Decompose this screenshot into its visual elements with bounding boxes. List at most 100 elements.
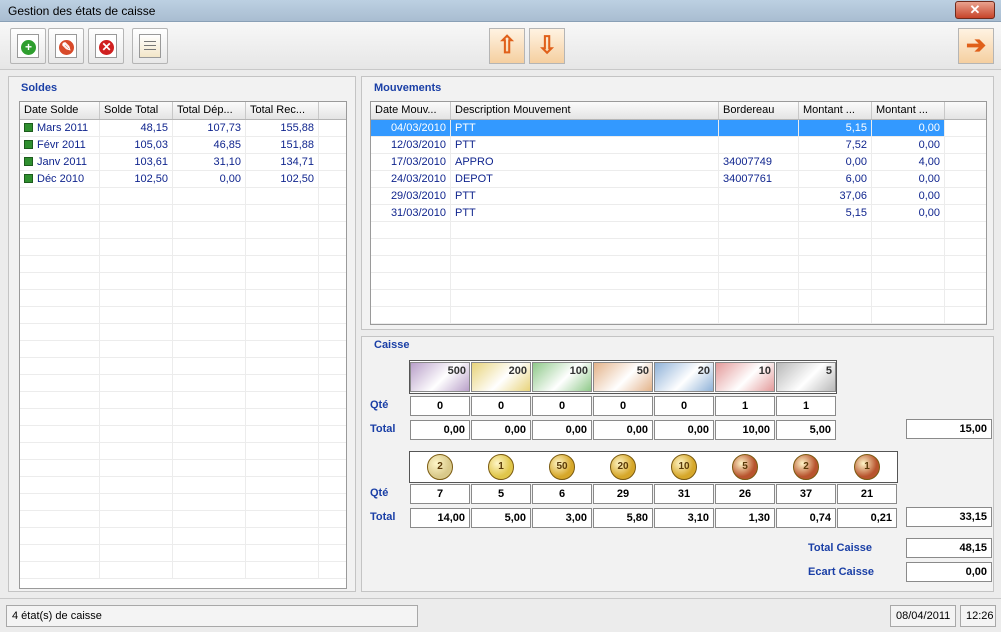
coins-strip — [409, 451, 898, 483]
mouvements-column-header[interactable]: Date Mouv... — [371, 102, 451, 119]
soldes-empty-cell — [100, 222, 173, 238]
mouvements-row[interactable]: 24/03/2010 DEPOT 34007761 6,00 0,00 — [371, 171, 986, 188]
note-qty-field[interactable]: 0 — [654, 396, 714, 416]
banknote-10-icon: 10 — [715, 362, 775, 392]
report-button[interactable] — [132, 28, 168, 64]
soldes-empty-cell — [100, 528, 173, 544]
import-button[interactable]: ⇧ — [489, 28, 525, 64]
mouvements-empty-cell — [799, 256, 872, 272]
coin-label: 1 — [864, 461, 870, 472]
soldes-grid[interactable]: Date Solde Solde Total Total Dép... Total R… — [19, 101, 347, 589]
coin-total-field: 1,30 — [715, 508, 775, 528]
soldes-row[interactable]: Janv 2011 103,61 31,10 134,71 — [20, 154, 346, 171]
soldes-row[interactable]: Févr 2011 105,03 46,85 151,88 — [20, 137, 346, 154]
mouvements-row[interactable]: 29/03/2010 PTT 37,06 0,00 — [371, 188, 986, 205]
mouvements-grid[interactable]: Date Mouv... Description Mouvement Bordere… — [370, 101, 987, 325]
export-button[interactable]: ⇩ — [529, 28, 565, 64]
coin-qty-field[interactable]: 6 — [532, 484, 592, 504]
note-total-field: 0,00 — [410, 420, 470, 440]
mouvements-empty-cell — [371, 222, 451, 238]
soldes-empty-row — [20, 562, 346, 579]
coin-qty-field[interactable]: 29 — [593, 484, 653, 504]
soldes-empty-cell — [246, 409, 319, 425]
mouvements-cell: 24/03/2010 — [371, 171, 451, 187]
add-button[interactable]: + — [10, 28, 46, 64]
soldes-empty-cell — [246, 443, 319, 459]
mouvements-empty-cell — [799, 290, 872, 306]
mouvements-row[interactable]: 31/03/2010 PTT 5,15 0,00 — [371, 205, 986, 222]
soldes-empty-cell — [20, 460, 100, 476]
mouvements-empty-row — [371, 222, 986, 239]
mouvements-column-header[interactable]: Montant ... — [872, 102, 945, 119]
arrow-up-icon: ⇧ — [496, 32, 518, 59]
soldes-empty-cell — [173, 562, 246, 578]
note-qty-field[interactable]: 0 — [593, 396, 653, 416]
coin-7-icon: 1 — [854, 454, 880, 480]
soldes-empty-row — [20, 494, 346, 511]
soldes-empty-cell — [173, 545, 246, 561]
close-button[interactable]: ✕ — [955, 1, 995, 19]
soldes-empty-cell — [20, 392, 100, 408]
note-total-field: 0,00 — [654, 420, 714, 440]
soldes-empty-cell — [20, 409, 100, 425]
soldes-empty-cell — [246, 562, 319, 578]
note-qty-field[interactable]: 0 — [410, 396, 470, 416]
soldes-empty-cell — [20, 324, 100, 340]
soldes-column-header[interactable]: Solde Total — [100, 102, 173, 119]
month-flag-icon — [24, 174, 33, 183]
note-qty-field[interactable]: 1 — [776, 396, 836, 416]
soldes-empty-cell — [173, 443, 246, 459]
arrow-down-icon: ⇩ — [536, 32, 558, 59]
soldes-empty-row — [20, 545, 346, 562]
soldes-column-header[interactable]: Total Dép... — [173, 102, 246, 119]
soldes-title: Soldes — [21, 82, 58, 94]
soldes-empty-cell — [173, 409, 246, 425]
coin-total-field: 3,10 — [654, 508, 714, 528]
exit-button[interactable]: ➔ — [958, 28, 994, 64]
note-qty-field[interactable]: 0 — [532, 396, 592, 416]
coin-qty-field[interactable]: 21 — [837, 484, 897, 504]
soldes-empty-cell — [100, 494, 173, 510]
mouvements-empty-cell — [719, 273, 799, 289]
coin-qty-field[interactable]: 37 — [776, 484, 836, 504]
mouvements-row[interactable]: 04/03/2010 PTT 5,15 0,00 — [371, 120, 986, 137]
mouvements-column-header[interactable]: Montant ... — [799, 102, 872, 119]
soldes-empty-cell — [20, 256, 100, 272]
mouvements-empty-cell — [719, 307, 799, 323]
mouvements-cell: 0,00 — [872, 120, 945, 136]
soldes-empty-cell — [246, 239, 319, 255]
soldes-column-header[interactable]: Total Rec... — [246, 102, 319, 119]
coin-qty-field[interactable]: 5 — [471, 484, 531, 504]
banknote-50-icon: 50 — [593, 362, 653, 392]
soldes-empty-cell — [100, 477, 173, 493]
soldes-empty-cell — [246, 188, 319, 204]
soldes-empty-cell — [246, 222, 319, 238]
note-qty-field[interactable]: 1 — [715, 396, 775, 416]
month-flag-icon — [24, 157, 33, 166]
coin-label: 1 — [498, 461, 504, 472]
mouvements-column-header[interactable]: Bordereau — [719, 102, 799, 119]
coin-total-field: 3,00 — [532, 508, 592, 528]
mouvements-row[interactable]: 12/03/2010 PTT 7,52 0,00 — [371, 137, 986, 154]
edit-button[interactable]: ✎ — [48, 28, 84, 64]
banknote-label: 10 — [758, 365, 771, 377]
soldes-row[interactable]: Déc 2010 102,50 0,00 102,50 — [20, 171, 346, 188]
mouvements-empty-cell — [799, 307, 872, 323]
soldes-row[interactable]: Mars 2011 48,15 107,73 155,88 — [20, 120, 346, 137]
mouvements-column-header[interactable]: Description Mouvement — [451, 102, 719, 119]
delete-button[interactable]: ✕ — [88, 28, 124, 64]
coin-qty-field[interactable]: 7 — [410, 484, 470, 504]
soldes-empty-row — [20, 290, 346, 307]
soldes-cell: Mars 2011 — [20, 120, 100, 136]
note-total-field: 0,00 — [593, 420, 653, 440]
soldes-empty-cell — [246, 324, 319, 340]
soldes-empty-row — [20, 409, 346, 426]
mouvements-row[interactable]: 17/03/2010 APPRO 34007749 0,00 4,00 — [371, 154, 986, 171]
soldes-cell: 48,15 — [100, 120, 173, 136]
coin-qty-field[interactable]: 26 — [715, 484, 775, 504]
mouvements-cell — [719, 188, 799, 204]
coin-qty-field[interactable]: 31 — [654, 484, 714, 504]
note-qty-field[interactable]: 0 — [471, 396, 531, 416]
mouvements-cell: 0,00 — [872, 188, 945, 204]
soldes-column-header[interactable]: Date Solde — [20, 102, 100, 119]
